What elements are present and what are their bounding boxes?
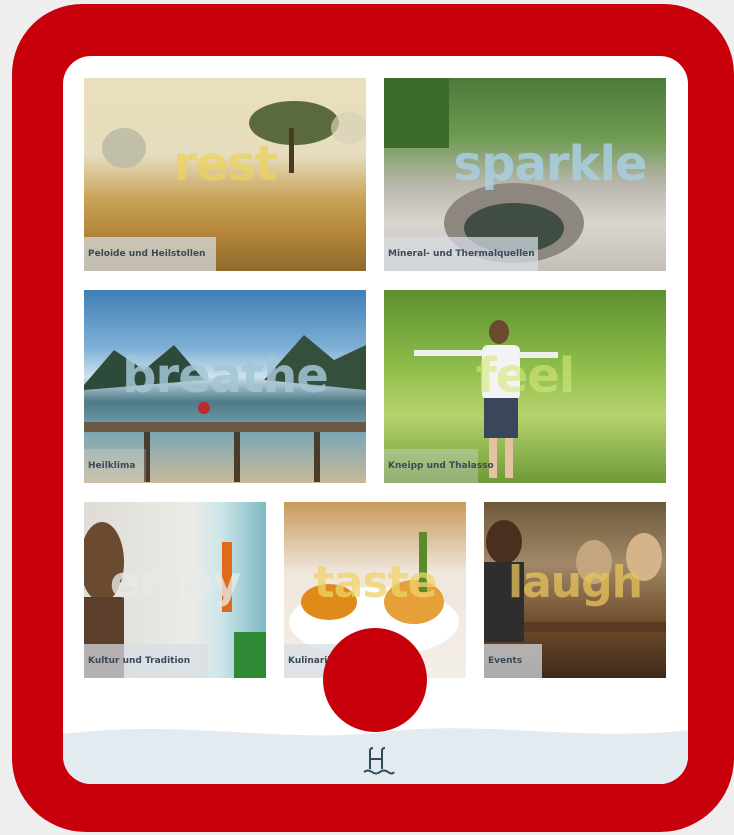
- tile-laugh[interactable]: laugh Events: [484, 502, 666, 678]
- tile-word: laugh: [508, 557, 643, 608]
- tile-caption: Peloide und Heilstollen: [84, 237, 216, 271]
- home-button[interactable]: [323, 628, 427, 732]
- tile-word: sparkle: [453, 136, 648, 192]
- tile-word: rest: [173, 136, 278, 192]
- tile-caption: Events: [484, 644, 542, 678]
- spa-pool-icon: [363, 747, 395, 775]
- tile-word: breathe: [122, 348, 329, 404]
- tile-enjoy[interactable]: enjoy Kultur und Tradition: [84, 502, 266, 678]
- tile-breathe[interactable]: breathe Heilklima: [84, 290, 366, 483]
- tile-rest[interactable]: rest Peloide und Heilstollen: [84, 78, 366, 271]
- tile-word: feel: [475, 348, 575, 404]
- tile-word: enjoy: [109, 557, 241, 608]
- tile-caption: Heilklima: [84, 449, 146, 483]
- tile-feel[interactable]: feel Kneipp und Thalasso: [384, 290, 666, 483]
- tile-caption: Kneipp und Thalasso: [384, 449, 494, 483]
- tile-caption: Mineral- und Thermalquellen: [384, 237, 538, 271]
- tile-caption: Kultur und Tradition: [84, 644, 208, 678]
- tile-word: taste: [313, 557, 438, 608]
- tile-sparkle[interactable]: sparkle Mineral- und Thermalquellen: [384, 78, 666, 271]
